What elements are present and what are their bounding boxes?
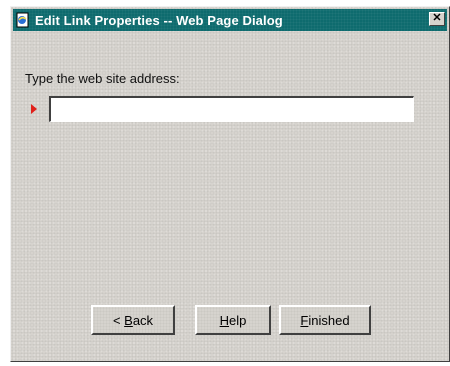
edit-link-dialog: Edit Link Properties -- Web Page Dialog … xyxy=(10,6,450,362)
url-input[interactable] xyxy=(49,96,414,122)
help-button-rest: elp xyxy=(229,312,247,328)
window-title: Edit Link Properties -- Web Page Dialog xyxy=(35,12,283,28)
close-icon: ✕ xyxy=(432,12,442,24)
red-arrow-icon xyxy=(31,104,37,114)
ie-page-icon xyxy=(16,12,29,28)
url-prompt-label: Type the web site address: xyxy=(25,71,180,86)
back-button-prefix: < xyxy=(112,312,125,328)
back-button-rest: ack xyxy=(132,312,154,328)
title-bar[interactable]: Edit Link Properties -- Web Page Dialog … xyxy=(13,9,447,31)
close-button[interactable]: ✕ xyxy=(429,12,445,26)
finished-button[interactable]: Finished xyxy=(279,305,371,335)
finished-button-rest: inished xyxy=(308,312,350,328)
back-button-accel: B xyxy=(124,312,133,328)
help-button[interactable]: Help xyxy=(195,305,271,335)
back-button[interactable]: < Back xyxy=(91,305,175,335)
help-button-accel: H xyxy=(219,312,230,328)
